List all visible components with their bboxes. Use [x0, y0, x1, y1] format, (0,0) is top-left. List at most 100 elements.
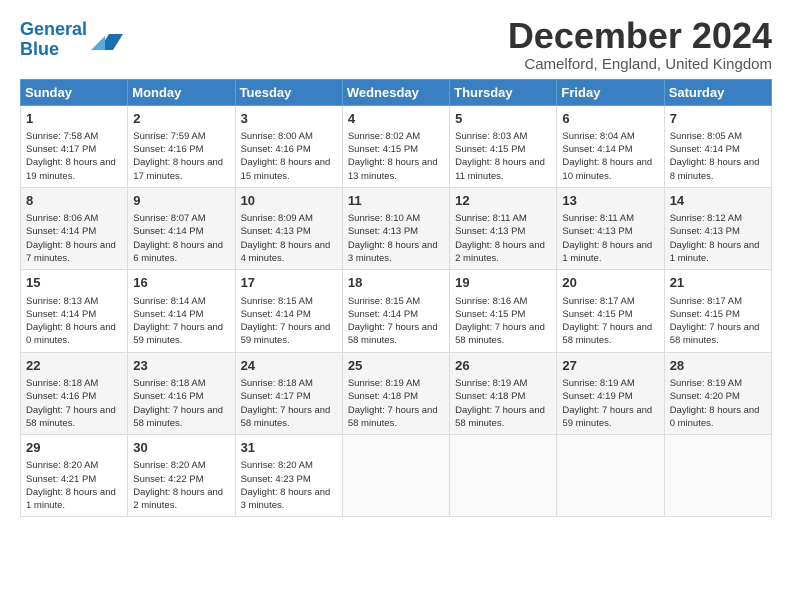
- day-cell: 1Sunrise: 7:58 AMSunset: 4:17 PMDaylight…: [21, 105, 128, 187]
- day-info: Sunrise: 8:20 AMSunset: 4:22 PMDaylight:…: [133, 459, 229, 512]
- day-cell: 31 Sunrise: 8:20 AMSunset: 4:23 PMDayligh…: [235, 435, 342, 517]
- day-info: Sunrise: 7:59 AMSunset: 4:16 PMDaylight:…: [133, 130, 229, 183]
- day-info: Sunrise: 8:19 AMSunset: 4:18 PMDaylight:…: [455, 377, 551, 430]
- day-number: 1: [26, 110, 122, 128]
- day-cell: 7 Sunrise: 8:05 AMSunset: 4:14 PMDaylight…: [664, 105, 771, 187]
- day-info: Sunrise: 8:07 AMSunset: 4:14 PMDaylight:…: [133, 212, 229, 265]
- day-cell: 10Sunrise: 8:09 AMSunset: 4:13 PMDayligh…: [235, 187, 342, 269]
- day-number: 15: [26, 274, 122, 292]
- day-cell: 24 Sunrise: 8:18 AMSunset: 4:17 PMDayligh…: [235, 352, 342, 434]
- day-info: Sunrise: 8:18 AMSunset: 4:16 PMDaylight:…: [133, 377, 229, 430]
- day-info: Sunrise: 8:10 AMSunset: 4:13 PMDaylight:…: [348, 212, 444, 265]
- day-cell: 18Sunrise: 8:15 AMSunset: 4:14 PMDayligh…: [342, 270, 449, 352]
- day-info: Sunrise: 8:12 AMSunset: 4:13 PMDaylight:…: [670, 212, 766, 265]
- day-cell: 9 Sunrise: 8:07 AMSunset: 4:14 PMDaylight…: [128, 187, 235, 269]
- title-area: December 2024 Camelford, England, United…: [508, 16, 772, 73]
- day-cell: 28 Sunrise: 8:19 AMSunset: 4:20 PMDayligh…: [664, 352, 771, 434]
- day-number: 9: [133, 192, 229, 210]
- day-cell: 26 Sunrise: 8:19 AMSunset: 4:18 PMDayligh…: [450, 352, 557, 434]
- day-number: 24: [241, 357, 337, 375]
- day-cell: 2 Sunrise: 7:59 AMSunset: 4:16 PMDaylight…: [128, 105, 235, 187]
- logo-icon: [91, 26, 123, 54]
- day-info: Sunrise: 8:20 AMSunset: 4:21 PMDaylight:…: [26, 459, 122, 512]
- day-cell: 20Sunrise: 8:17 AMSunset: 4:15 PMDayligh…: [557, 270, 664, 352]
- day-info: Sunrise: 8:20 AMSunset: 4:23 PMDaylight:…: [241, 459, 337, 512]
- day-number: 31: [241, 439, 337, 457]
- week-row-2: 8 Sunrise: 8:06 AMSunset: 4:14 PMDaylight…: [21, 187, 772, 269]
- day-info: Sunrise: 8:15 AMSunset: 4:14 PMDaylight:…: [241, 295, 337, 348]
- day-number: 22: [26, 357, 122, 375]
- day-info: Sunrise: 8:14 AMSunset: 4:14 PMDaylight:…: [133, 295, 229, 348]
- day-info: Sunrise: 8:19 AMSunset: 4:20 PMDaylight:…: [670, 377, 766, 430]
- day-number: 21: [670, 274, 766, 292]
- day-number: 6: [562, 110, 658, 128]
- day-cell: 27 Sunrise: 8:19 AMSunset: 4:19 PMDayligh…: [557, 352, 664, 434]
- day-info: Sunrise: 8:15 AMSunset: 4:14 PMDaylight:…: [348, 295, 444, 348]
- day-number: 3: [241, 110, 337, 128]
- week-row-1: 1Sunrise: 7:58 AMSunset: 4:17 PMDaylight…: [21, 105, 772, 187]
- day-number: 2: [133, 110, 229, 128]
- day-number: 28: [670, 357, 766, 375]
- day-cell: 12Sunrise: 8:11 AMSunset: 4:13 PMDayligh…: [450, 187, 557, 269]
- day-cell: 11 Sunrise: 8:10 AMSunset: 4:13 PMDayligh…: [342, 187, 449, 269]
- header-sunday: Sunday: [21, 79, 128, 105]
- day-number: 4: [348, 110, 444, 128]
- day-cell: 13Sunrise: 8:11 AMSunset: 4:13 PMDayligh…: [557, 187, 664, 269]
- day-number: 25: [348, 357, 444, 375]
- day-info: Sunrise: 8:02 AMSunset: 4:15 PMDaylight:…: [348, 130, 444, 183]
- day-cell: 3Sunrise: 8:00 AMSunset: 4:16 PMDaylight…: [235, 105, 342, 187]
- day-cell: [450, 435, 557, 517]
- day-cell: 23 Sunrise: 8:18 AMSunset: 4:16 PMDayligh…: [128, 352, 235, 434]
- day-cell: 21Sunrise: 8:17 AMSunset: 4:15 PMDayligh…: [664, 270, 771, 352]
- day-info: Sunrise: 8:06 AMSunset: 4:14 PMDaylight:…: [26, 212, 122, 265]
- day-info: Sunrise: 8:03 AMSunset: 4:15 PMDaylight:…: [455, 130, 551, 183]
- day-number: 19: [455, 274, 551, 292]
- day-number: 16: [133, 274, 229, 292]
- header-saturday: Saturday: [664, 79, 771, 105]
- day-number: 14: [670, 192, 766, 210]
- day-info: Sunrise: 8:19 AMSunset: 4:19 PMDaylight:…: [562, 377, 658, 430]
- day-info: Sunrise: 8:18 AMSunset: 4:17 PMDaylight:…: [241, 377, 337, 430]
- day-number: 30: [133, 439, 229, 457]
- week-row-4: 22 Sunrise: 8:18 AMSunset: 4:16 PMDayligh…: [21, 352, 772, 434]
- day-number: 23: [133, 357, 229, 375]
- day-cell: 4 Sunrise: 8:02 AMSunset: 4:15 PMDaylight…: [342, 105, 449, 187]
- day-info: Sunrise: 8:11 AMSunset: 4:13 PMDaylight:…: [562, 212, 658, 265]
- day-number: 7: [670, 110, 766, 128]
- week-row-5: 29 Sunrise: 8:20 AMSunset: 4:21 PMDayligh…: [21, 435, 772, 517]
- calendar-header-row: SundayMondayTuesdayWednesdayThursdayFrid…: [21, 79, 772, 105]
- day-cell: 29 Sunrise: 8:20 AMSunset: 4:21 PMDayligh…: [21, 435, 128, 517]
- day-info: Sunrise: 8:04 AMSunset: 4:14 PMDaylight:…: [562, 130, 658, 183]
- header: General Blue December 2024 Camelford, En…: [20, 16, 772, 73]
- day-info: Sunrise: 8:18 AMSunset: 4:16 PMDaylight:…: [26, 377, 122, 430]
- day-number: 12: [455, 192, 551, 210]
- logo-blue: Blue: [20, 39, 59, 59]
- day-cell: 22 Sunrise: 8:18 AMSunset: 4:16 PMDayligh…: [21, 352, 128, 434]
- day-cell: [664, 435, 771, 517]
- day-info: Sunrise: 8:16 AMSunset: 4:15 PMDaylight:…: [455, 295, 551, 348]
- day-cell: 5Sunrise: 8:03 AMSunset: 4:15 PMDaylight…: [450, 105, 557, 187]
- calendar-table: SundayMondayTuesdayWednesdayThursdayFrid…: [20, 79, 772, 518]
- header-tuesday: Tuesday: [235, 79, 342, 105]
- logo: General Blue: [20, 20, 123, 60]
- day-cell: 19 Sunrise: 8:16 AMSunset: 4:15 PMDayligh…: [450, 270, 557, 352]
- header-wednesday: Wednesday: [342, 79, 449, 105]
- day-number: 11: [348, 192, 444, 210]
- day-cell: 8 Sunrise: 8:06 AMSunset: 4:14 PMDaylight…: [21, 187, 128, 269]
- day-number: 8: [26, 192, 122, 210]
- day-cell: [557, 435, 664, 517]
- day-info: Sunrise: 8:19 AMSunset: 4:18 PMDaylight:…: [348, 377, 444, 430]
- day-cell: 30 Sunrise: 8:20 AMSunset: 4:22 PMDayligh…: [128, 435, 235, 517]
- day-number: 26: [455, 357, 551, 375]
- day-cell: 16 Sunrise: 8:14 AMSunset: 4:14 PMDayligh…: [128, 270, 235, 352]
- day-cell: 25 Sunrise: 8:19 AMSunset: 4:18 PMDayligh…: [342, 352, 449, 434]
- header-thursday: Thursday: [450, 79, 557, 105]
- day-cell: 17 Sunrise: 8:15 AMSunset: 4:14 PMDayligh…: [235, 270, 342, 352]
- day-number: 29: [26, 439, 122, 457]
- day-number: 20: [562, 274, 658, 292]
- day-number: 27: [562, 357, 658, 375]
- day-cell: 15Sunrise: 8:13 AMSunset: 4:14 PMDayligh…: [21, 270, 128, 352]
- day-number: 17: [241, 274, 337, 292]
- day-cell: 14 Sunrise: 8:12 AMSunset: 4:13 PMDayligh…: [664, 187, 771, 269]
- day-info: Sunrise: 8:05 AMSunset: 4:14 PMDaylight:…: [670, 130, 766, 183]
